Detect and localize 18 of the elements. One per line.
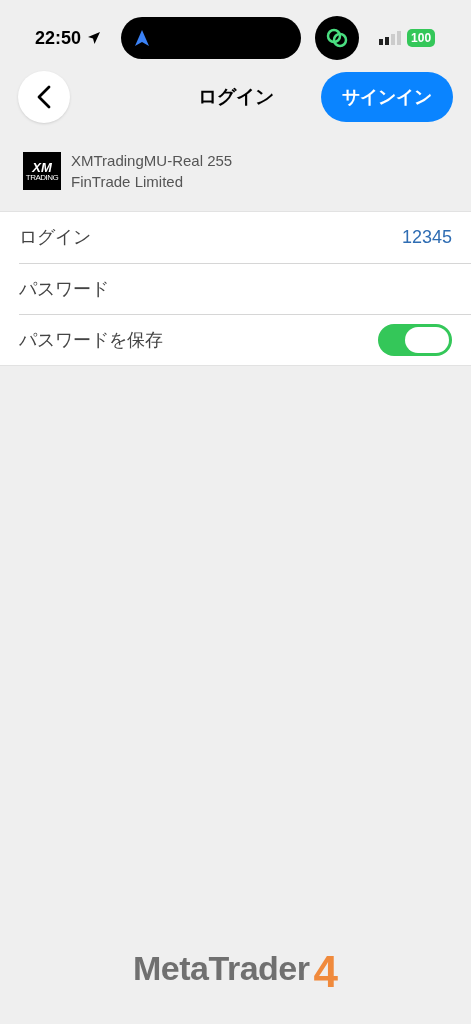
company-name: FinTrade Limited bbox=[71, 172, 184, 192]
navigation-arrow-icon bbox=[135, 30, 150, 46]
location-arrow-icon bbox=[87, 31, 102, 45]
login-value[interactable]: 12345 bbox=[401, 224, 452, 251]
field-label: ログイン bbox=[19, 226, 91, 249]
link-app-icon bbox=[315, 16, 360, 60]
field-label: パスワードを保存 bbox=[19, 328, 163, 352]
chevron-left-icon bbox=[37, 85, 51, 109]
status-time: 22:50 bbox=[35, 26, 82, 50]
page-title: ログイン bbox=[198, 84, 274, 109]
back-button[interactable] bbox=[18, 71, 70, 123]
server-name: XMTradingMU-Real 255 bbox=[71, 151, 233, 171]
sign-in-button[interactable]: サインイン bbox=[321, 72, 453, 122]
save-password-toggle[interactable] bbox=[378, 324, 452, 356]
signal-icon bbox=[379, 31, 402, 45]
battery-indicator: 100 bbox=[407, 29, 436, 47]
broker-logo: XM TRADING bbox=[23, 152, 61, 190]
field-label: パスワード bbox=[19, 277, 109, 301]
